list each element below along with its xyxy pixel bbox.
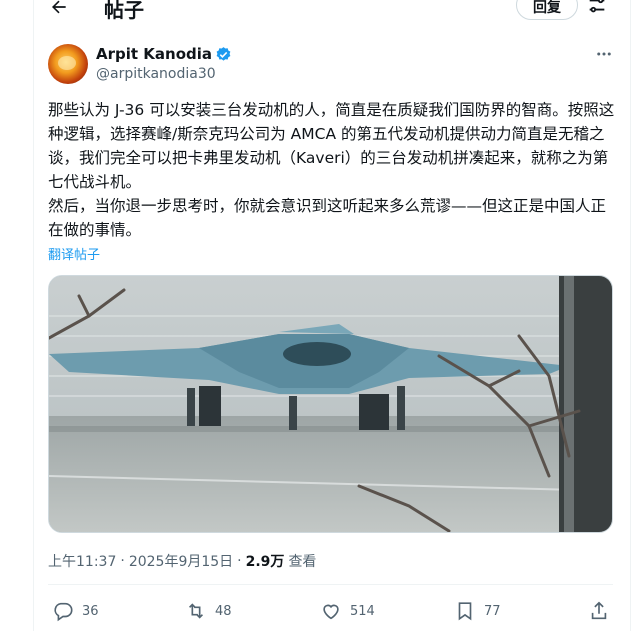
tweet-meta: 上午11:37 · 2025年9月15日 · 2.9万 查看 <box>48 551 316 571</box>
meta-separator: · <box>237 553 242 569</box>
tweet-text: 那些认为 J-36 可以安装三台发动机的人，简直是在质疑我们国防界的智商。按照这… <box>48 98 618 242</box>
avatar[interactable] <box>48 44 88 84</box>
reply-icon <box>54 602 73 622</box>
back-button[interactable] <box>44 0 74 22</box>
repost-count: 48 <box>215 603 232 619</box>
like-count: 514 <box>350 603 375 619</box>
author-name[interactable]: Arpit Kanodia <box>96 45 212 63</box>
bookmark-icon <box>458 602 472 621</box>
repost-icon <box>188 603 204 619</box>
views-label: 查看 <box>288 554 317 570</box>
page-header: 帖子 回复 <box>0 0 637 24</box>
like-icon <box>323 604 339 620</box>
translate-link[interactable]: 翻译帖子 <box>48 244 100 263</box>
repost-action[interactable]: 48 <box>185 600 232 622</box>
reply-sort-button[interactable]: 回复 <box>516 0 578 20</box>
filter-button[interactable] <box>586 0 608 16</box>
verified-badge-icon <box>216 46 231 61</box>
tweet-paragraph-2: 然后，当你退一步思考时，你就会意识到这听起来多么荒谬——但这正是中国人正在做的事… <box>48 197 607 239</box>
share-icon <box>591 601 607 620</box>
filter-icon <box>589 0 605 13</box>
back-arrow-icon <box>52 0 66 14</box>
views-count: 2.9万 <box>245 554 285 570</box>
aircraft-photo <box>49 276 612 532</box>
reply-count: 36 <box>82 603 99 619</box>
bookmark-count: 77 <box>484 603 501 619</box>
bookmark-action[interactable]: 77 <box>454 600 501 622</box>
meta-separator: · <box>120 553 125 569</box>
author-handle[interactable]: @arpitkanodia30 <box>96 66 216 82</box>
tweet-date[interactable]: 2025年9月15日 <box>129 551 233 571</box>
page-title: 帖子 <box>104 0 144 22</box>
action-bar: 36 48 514 77 <box>48 600 613 626</box>
reply-action[interactable]: 36 <box>52 600 99 622</box>
tweet-paragraph-1: 那些认为 J-36 可以安装三台发动机的人，简直是在质疑我们国防界的智商。按照这… <box>48 101 615 191</box>
more-icon <box>597 52 611 56</box>
divider <box>48 584 613 585</box>
more-button[interactable] <box>594 44 614 64</box>
right-column-border <box>630 0 631 631</box>
like-action[interactable]: 514 <box>320 600 375 622</box>
left-column-border <box>33 0 34 631</box>
share-action[interactable] <box>588 600 610 622</box>
tweet-time[interactable]: 上午11:37 <box>48 551 116 571</box>
tweet-media-image[interactable] <box>48 275 613 533</box>
author-name-row[interactable]: Arpit Kanodia <box>96 45 232 63</box>
